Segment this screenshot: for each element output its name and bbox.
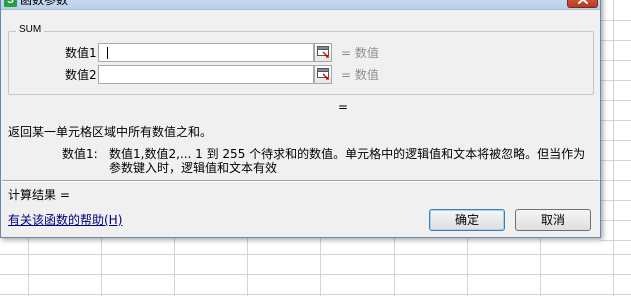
ok-button[interactable]: 确定	[429, 209, 505, 231]
arg2-label: 数值2	[65, 68, 97, 82]
arg1-reference-button[interactable]	[314, 43, 332, 62]
function-description: 返回某一单元格区域中所有数值之和。	[8, 125, 213, 139]
cancel-button[interactable]: 取消	[515, 209, 591, 231]
function-name-label: SUM	[16, 23, 45, 37]
arg1-label: 数值1	[65, 46, 97, 60]
text-caret	[107, 47, 108, 59]
arg1-result: = 数值	[341, 46, 379, 60]
parameter-name: 数值1:	[62, 147, 98, 161]
title-bar[interactable]: S 函数参数	[1, 0, 600, 10]
separator	[2, 180, 599, 182]
dialog-title: 函数参数	[20, 0, 69, 7]
wps-spreadsheet-icon: S	[4, 0, 17, 7]
collapse-dialog-icon	[317, 68, 330, 80]
arg2-input[interactable]	[98, 65, 314, 84]
collapse-dialog-icon	[317, 46, 330, 58]
close-button[interactable]	[567, 0, 598, 8]
formula-result: =	[338, 100, 349, 114]
arg1-input[interactable]	[98, 43, 314, 62]
calculation-result: 计算结果 =	[8, 188, 70, 202]
parameter-description: 数值1,数值2,... 1 到 255 个待求和的数值。单元格中的逻辑值和文本将…	[109, 147, 586, 175]
arguments-group	[8, 31, 594, 95]
function-help-link[interactable]: 有关该函数的帮助(H)	[8, 213, 122, 227]
arg2-result: = 数值	[341, 68, 379, 82]
function-arguments-dialog: S 函数参数 SUM 数值1 = 数值 数值2 = 数值 = 返回某一单元格区域…	[0, 0, 601, 238]
arg2-reference-button[interactable]	[314, 65, 332, 84]
close-icon	[578, 0, 588, 4]
